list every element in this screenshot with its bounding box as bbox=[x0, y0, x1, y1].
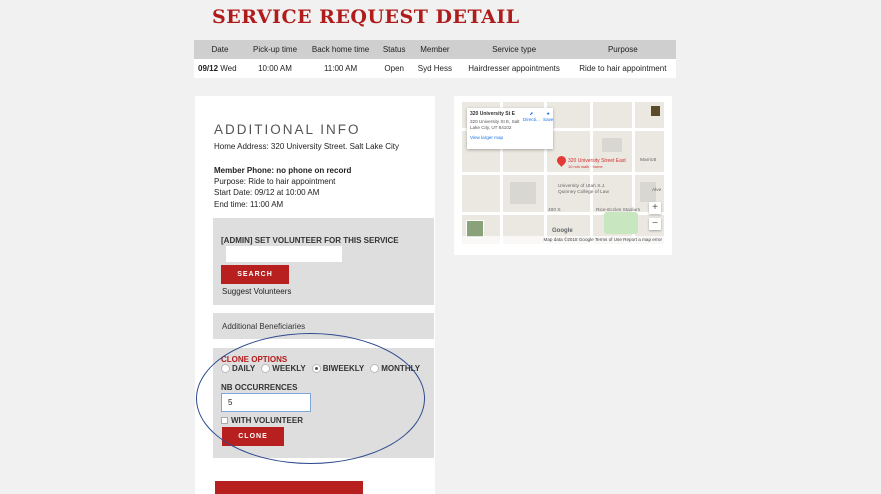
cell-back-home: 11:00 AM bbox=[304, 59, 378, 78]
map-label-street: 400 S bbox=[548, 208, 561, 213]
date-weekday: Wed bbox=[218, 64, 237, 73]
map-directions-button[interactable]: ⬈ Directi... bbox=[523, 111, 540, 122]
page-title: SERVICE REQUEST DETAIL bbox=[212, 6, 520, 28]
map-building bbox=[510, 182, 536, 204]
date-day: 09/12 bbox=[198, 64, 219, 73]
radio-daily[interactable]: DAILY bbox=[221, 364, 255, 373]
cell-member: Syd Hess bbox=[411, 59, 459, 78]
radio-monthly[interactable]: MONTHLY bbox=[370, 364, 420, 373]
col-member: Member bbox=[411, 40, 459, 59]
map-road bbox=[590, 102, 593, 244]
cell-status: Open bbox=[377, 59, 412, 78]
with-volunteer-label: WITH VOLUNTEER bbox=[231, 416, 303, 425]
search-button[interactable]: SEARCH bbox=[221, 265, 289, 284]
radio-biweekly[interactable]: BIWEEKLY bbox=[311, 364, 365, 373]
map-directions-label: Directi... bbox=[523, 117, 540, 122]
map-footer: Map data ©2018 Google Terms of Use Repor… bbox=[462, 236, 664, 244]
service-request-table: Date Pick-up time Back home time Status … bbox=[194, 40, 676, 78]
additional-beneficiaries-box[interactable]: Additional Beneficiaries bbox=[213, 313, 434, 339]
col-back-home: Back home time bbox=[304, 40, 378, 59]
map-label-law-school-1: University of Utah S.J. bbox=[558, 184, 606, 189]
suggest-volunteers-link[interactable]: Suggest Volunteers bbox=[222, 287, 291, 296]
map-pin-sublabel: 10 min walk · home bbox=[568, 164, 603, 169]
google-logo: Google bbox=[552, 228, 573, 234]
additional-info-title: ADDITIONAL INFO bbox=[214, 122, 361, 137]
street-view-pegman-icon[interactable] bbox=[651, 106, 660, 116]
cell-service-type: Hairdresser appointments bbox=[458, 59, 570, 78]
map-save-button[interactable]: ★ Save bbox=[543, 111, 553, 122]
additional-beneficiaries-label: Additional Beneficiaries bbox=[222, 322, 306, 331]
table-header-row: Date Pick-up time Back home time Status … bbox=[194, 40, 676, 59]
embedded-map[interactable]: 320 University St E 320 University St E,… bbox=[462, 102, 664, 244]
clone-frequency-radios: DAILY WEEKLY BIWEEKLY MONTHLY bbox=[221, 364, 426, 373]
with-volunteer-option[interactable]: WITH VOLUNTEER bbox=[221, 416, 303, 425]
view-larger-map-link[interactable]: View larger map bbox=[470, 135, 550, 140]
home-address: Home Address: 320 University Street. Sal… bbox=[214, 142, 399, 151]
cell-pickup: 10:00 AM bbox=[245, 59, 305, 78]
radio-weekly-label: WEEKLY bbox=[272, 364, 306, 373]
clone-button[interactable]: CLONE bbox=[222, 427, 284, 446]
radio-biweekly-label: BIWEEKLY bbox=[322, 364, 365, 373]
col-status: Status bbox=[377, 40, 412, 59]
radio-monthly-label: MONTHLY bbox=[381, 364, 421, 373]
col-service-type: Service type bbox=[458, 40, 570, 59]
map-label-stadium: Rice-Eccles Stadium bbox=[596, 208, 641, 213]
col-date: Date bbox=[194, 40, 246, 59]
start-date: Start Date: 09/12 at 10:00 AM bbox=[214, 188, 320, 197]
radio-biweekly-dot[interactable] bbox=[311, 364, 321, 373]
table-row: 09/12 Wed 10:00 AM 11:00 AM Open Syd Hes… bbox=[194, 59, 676, 78]
radio-daily-label: DAILY bbox=[232, 364, 256, 373]
nb-occurrences-label: NB OCCURRENCES bbox=[221, 383, 298, 392]
cell-date: 09/12 Wed bbox=[194, 59, 246, 78]
end-time: End time: 11:00 AM bbox=[214, 200, 284, 209]
volunteer-search-input[interactable] bbox=[225, 245, 343, 263]
clone-options-title: CLONE OPTIONS bbox=[221, 355, 288, 364]
col-pickup: Pick-up time bbox=[245, 40, 305, 59]
radio-weekly[interactable]: WEEKLY bbox=[261, 364, 306, 373]
cell-purpose: Ride to hair appointment bbox=[569, 59, 676, 78]
map-label-alve: Alve bbox=[652, 188, 662, 193]
map-save-label: Save bbox=[543, 117, 554, 122]
directions-icon: ⬈ bbox=[529, 111, 534, 116]
zoom-in-button[interactable]: + bbox=[649, 202, 661, 214]
radio-weekly-dot[interactable] bbox=[261, 364, 271, 373]
nb-occurrences-input[interactable]: 5 bbox=[221, 393, 311, 412]
star-icon: ★ bbox=[546, 111, 551, 116]
zoom-out-button[interactable]: − bbox=[649, 218, 661, 230]
map-label-law-school-2: Quinney College of Law bbox=[558, 190, 609, 195]
with-volunteer-checkbox[interactable] bbox=[221, 417, 228, 424]
purpose-line: Purpose: Ride to hair appointment bbox=[214, 177, 336, 186]
member-phone: Member Phone: no phone on record bbox=[214, 166, 352, 175]
map-popup-address: 320 University St E, Salt Lake City, UT … bbox=[470, 119, 520, 130]
map-label-marriott: Marriott bbox=[640, 158, 657, 163]
col-purpose: Purpose bbox=[569, 40, 676, 59]
radio-daily-dot[interactable] bbox=[221, 364, 230, 373]
admin-volunteer-box: [ADMIN] SET VOLUNTEER FOR THIS SERVICE S… bbox=[213, 218, 434, 305]
map-info-popup: 320 University St E 320 University St E,… bbox=[467, 108, 553, 149]
page: SERVICE REQUEST DETAIL Date Pick-up time… bbox=[0, 0, 881, 494]
map-pin-icon[interactable] bbox=[555, 154, 568, 167]
map-card: 320 University St E 320 University St E,… bbox=[454, 96, 672, 255]
bottom-action-button[interactable] bbox=[215, 481, 363, 494]
admin-volunteer-label: [ADMIN] SET VOLUNTEER FOR THIS SERVICE bbox=[221, 236, 399, 245]
additional-info-panel: ADDITIONAL INFO Home Address: 320 Univer… bbox=[195, 96, 435, 494]
radio-monthly-dot[interactable] bbox=[370, 364, 380, 373]
map-building bbox=[602, 138, 622, 152]
clone-options-box: CLONE OPTIONS DAILY WEEKLY BIWEEKLY MONT… bbox=[213, 348, 434, 458]
map-stadium-area bbox=[604, 212, 638, 234]
